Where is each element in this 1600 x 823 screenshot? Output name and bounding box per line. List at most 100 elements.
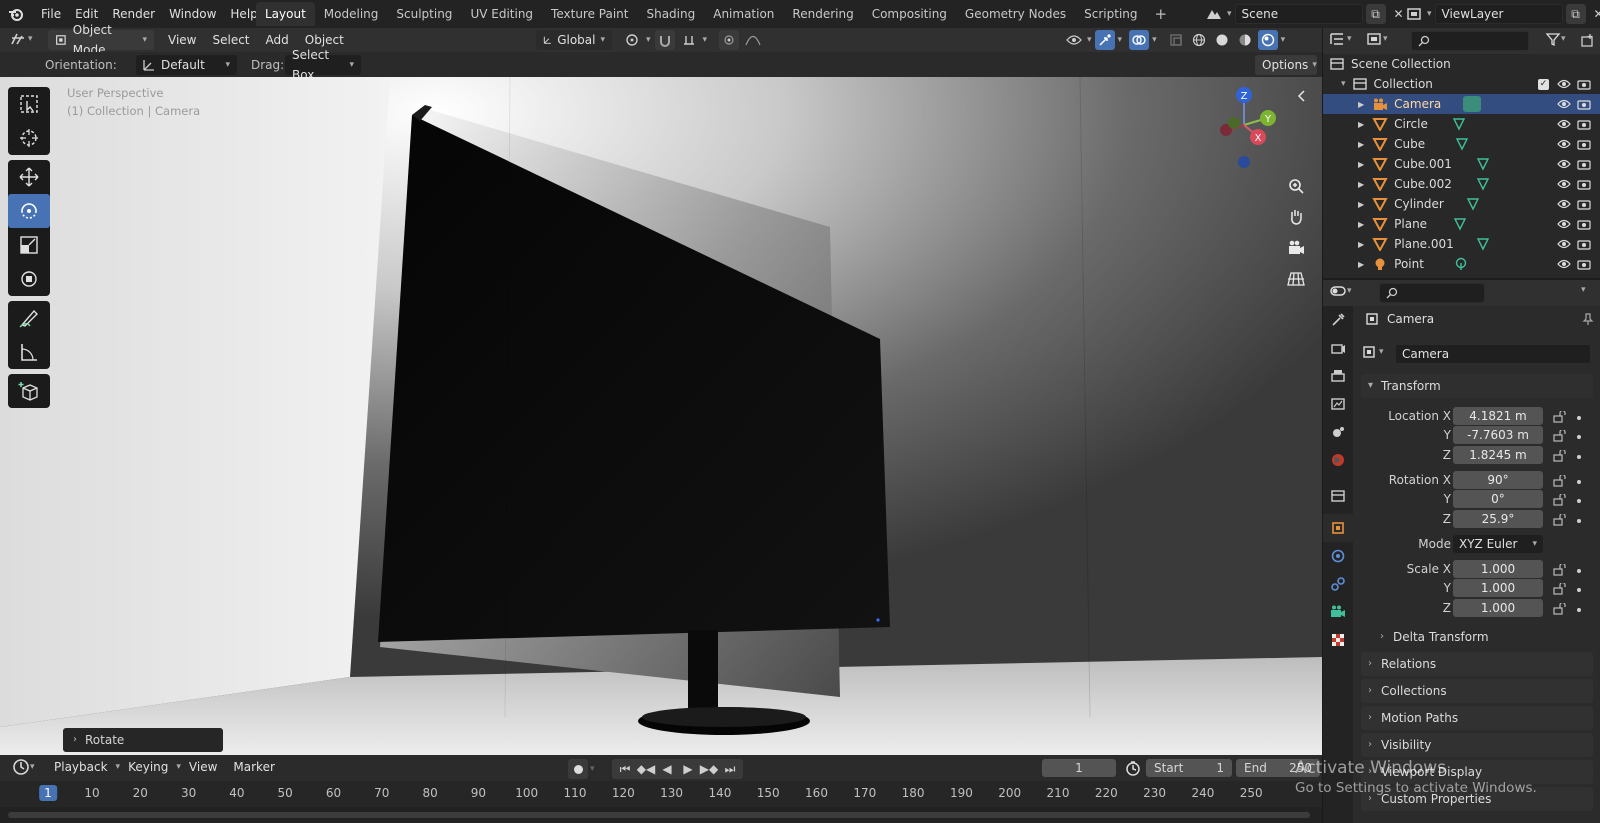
rotation-y-field[interactable]: 0°: [1453, 490, 1543, 508]
options-dropdown[interactable]: Options ▾: [1255, 55, 1317, 75]
wireframe-shading-icon[interactable]: [1189, 30, 1209, 50]
chevron-right-icon[interactable]: ▶: [1358, 140, 1364, 149]
relations-panel[interactable]: › Relations: [1361, 652, 1593, 676]
gizmo-neg-z[interactable]: [1238, 156, 1250, 168]
add-cube-tool[interactable]: [8, 374, 50, 408]
keyframe-dot[interactable]: [1577, 588, 1581, 592]
rotation-x-field[interactable]: 90°: [1453, 471, 1543, 489]
view-layer-icon[interactable]: [1404, 4, 1424, 24]
filter-dropdown[interactable]: ▾: [1545, 31, 1566, 47]
tab-scene[interactable]: [1323, 418, 1353, 446]
outliner-search-input[interactable]: [1411, 31, 1529, 51]
mode-dropdown[interactable]: Object Mode ▾: [48, 23, 154, 57]
chevron-right-icon[interactable]: ▶: [1358, 200, 1364, 209]
outliner-item-point[interactable]: ▶ Point: [1323, 254, 1600, 274]
render-camera-icon[interactable]: [1577, 158, 1591, 170]
chevron-down-icon[interactable]: ▾: [1341, 79, 1346, 89]
lock-icon[interactable]: [1553, 450, 1567, 462]
mesh-data-icon[interactable]: [1476, 177, 1490, 191]
chevron-right-icon[interactable]: ▶: [1358, 160, 1364, 169]
menu-view[interactable]: View: [160, 28, 204, 52]
mesh-data-icon[interactable]: [1455, 137, 1469, 151]
scale-y-field[interactable]: 1.000: [1453, 579, 1543, 597]
chevron-right-icon[interactable]: ▶: [1358, 260, 1364, 269]
chevron-down-icon[interactable]: ▾: [1152, 35, 1157, 45]
rendered-shading-icon[interactable]: [1257, 30, 1278, 50]
render-camera-icon[interactable]: [1577, 138, 1591, 150]
scale-x-field[interactable]: 1.000: [1453, 560, 1543, 578]
transform-orientation-dropdown[interactable]: Global ▾: [536, 30, 612, 50]
tab-rendering[interactable]: Rendering: [783, 2, 862, 26]
pan-hand-icon[interactable]: [1282, 203, 1310, 231]
tab-layout[interactable]: Layout: [256, 2, 315, 26]
navigation-gizmo[interactable]: Z Y X: [1210, 83, 1300, 168]
outliner-item-cylinder[interactable]: ▶ Cylinder: [1323, 194, 1600, 214]
tab-tool[interactable]: [1323, 306, 1353, 334]
overlays-toggle-icon[interactable]: [1129, 30, 1150, 50]
lock-icon[interactable]: [1553, 603, 1567, 615]
menu-timeline-view[interactable]: View: [181, 755, 225, 779]
tab-shading[interactable]: Shading: [637, 2, 704, 26]
chevron-right-icon[interactable]: ▶: [1358, 240, 1364, 249]
chevron-right-icon[interactable]: ▶: [1358, 220, 1364, 229]
keyframe-dot[interactable]: [1577, 435, 1581, 439]
stopwatch-icon[interactable]: [1125, 760, 1141, 776]
scene-icon[interactable]: [1204, 4, 1224, 24]
blender-logo-icon[interactable]: [8, 6, 24, 22]
properties-editor-type[interactable]: ▾: [1329, 283, 1352, 299]
eye-icon[interactable]: [1557, 239, 1571, 249]
outliner-item-circle[interactable]: ▶ Circle: [1323, 114, 1600, 134]
tab-physics[interactable]: [1323, 542, 1353, 570]
chevron-right-icon[interactable]: ▶: [1358, 100, 1364, 109]
outliner-editor-type[interactable]: ▾: [1329, 31, 1352, 47]
proportional-edit-icon[interactable]: [719, 30, 740, 50]
eye-icon[interactable]: [1557, 179, 1571, 189]
playhead-frame-label[interactable]: 1: [39, 785, 57, 801]
tab-world[interactable]: [1323, 446, 1353, 474]
render-camera-icon[interactable]: [1577, 78, 1591, 90]
gizmo-neg-y[interactable]: [1228, 117, 1240, 129]
tab-view-layer[interactable]: [1323, 390, 1353, 418]
gizmo-toggle-icon[interactable]: [1094, 30, 1115, 50]
render-camera-icon[interactable]: [1577, 218, 1591, 230]
outliner-item-cube-002[interactable]: ▶ Cube.002: [1323, 174, 1600, 194]
start-frame-field[interactable]: Start 1: [1146, 759, 1232, 777]
view-layer-field[interactable]: ViewLayer: [1434, 4, 1563, 24]
annotate-tool[interactable]: [8, 301, 50, 335]
eye-icon[interactable]: [1557, 199, 1571, 209]
chevron-right-icon[interactable]: ▶: [1358, 120, 1364, 129]
eye-icon[interactable]: [1557, 159, 1571, 169]
move-tool[interactable]: [8, 160, 50, 194]
eye-icon[interactable]: [1557, 99, 1571, 109]
chevron-down-icon[interactable]: ▾: [1281, 35, 1286, 45]
outliner-item-cube-001[interactable]: ▶ Cube.001: [1323, 154, 1600, 174]
visibility-panel[interactable]: › Visibility: [1361, 733, 1593, 757]
chevron-down-icon[interactable]: ▾: [590, 764, 595, 774]
select-box-tool[interactable]: [8, 87, 50, 121]
keyframe-dot[interactable]: [1577, 416, 1581, 420]
mesh-data-icon[interactable]: [1476, 237, 1490, 251]
mesh-data-icon[interactable]: [1476, 157, 1490, 171]
perspective-toggle-icon[interactable]: [1282, 265, 1310, 293]
new-scene-icon[interactable]: ⧉: [1365, 4, 1386, 24]
tab-texture[interactable]: [1323, 626, 1353, 654]
scene-name-field[interactable]: Scene: [1234, 4, 1363, 24]
tab-collection[interactable]: [1323, 482, 1353, 510]
display-mode-dropdown[interactable]: ▾: [1365, 31, 1388, 47]
lock-icon[interactable]: [1553, 514, 1567, 526]
record-icon[interactable]: [568, 759, 588, 779]
visibility-icon[interactable]: [1064, 30, 1084, 50]
outliner-item-plane[interactable]: ▶ Plane: [1323, 214, 1600, 234]
render-camera-icon[interactable]: [1577, 178, 1591, 190]
keyframe-dot[interactable]: [1577, 480, 1581, 484]
timeline-scroll-thumb[interactable]: [8, 812, 1310, 818]
lock-icon[interactable]: [1553, 494, 1567, 506]
location-x-field[interactable]: 4.1821 m: [1453, 407, 1543, 425]
mesh-data-icon[interactable]: [1453, 217, 1467, 231]
tab-object[interactable]: [1323, 514, 1353, 542]
3d-viewport[interactable]: User Perspective (1) Collection | Camera: [0, 77, 1322, 755]
pin-icon[interactable]: [1581, 312, 1595, 326]
outliner-item-camera[interactable]: ▶ Camera: [1323, 94, 1600, 114]
outliner-item-plane-001[interactable]: ▶ Plane.001: [1323, 234, 1600, 254]
keyframe-dot[interactable]: [1577, 499, 1581, 503]
